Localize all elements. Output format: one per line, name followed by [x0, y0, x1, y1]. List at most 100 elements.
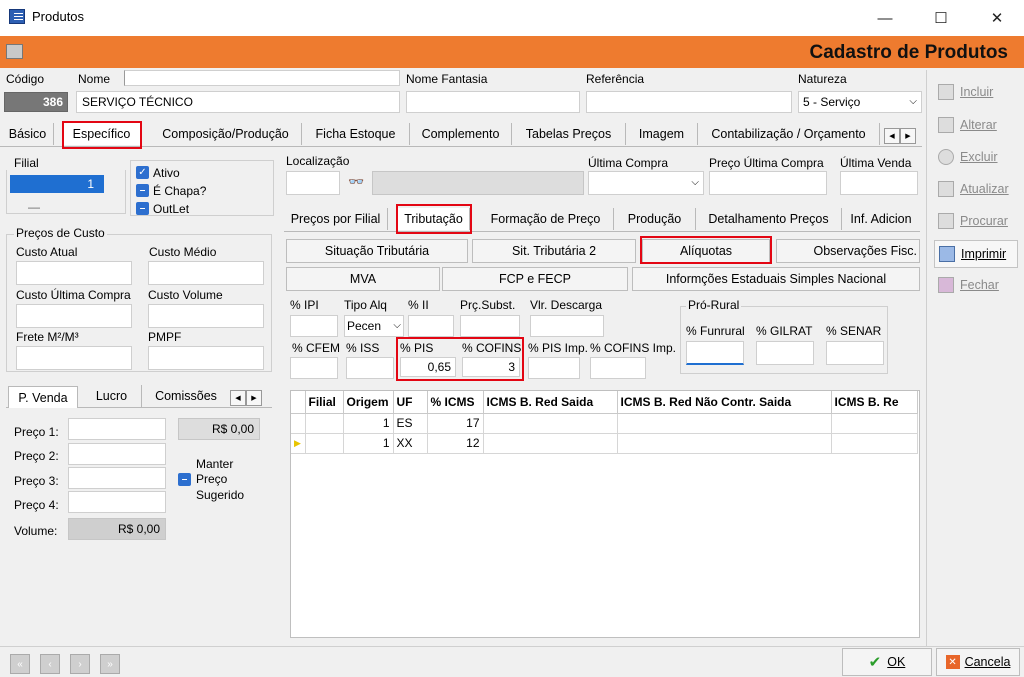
vlr-descarga-field[interactable]: [530, 315, 604, 337]
grid-col-origem[interactable]: Origem: [343, 391, 394, 414]
tab-lucro[interactable]: Lucro: [82, 385, 142, 407]
fcp-fecp-button[interactable]: FCP e FECP: [442, 267, 628, 291]
tab-inf-adicion[interactable]: Inf. Adicion: [842, 208, 920, 230]
manter-checkbox[interactable]: –: [178, 473, 191, 486]
tab-basico[interactable]: Básico: [2, 123, 54, 145]
tab-comissoes[interactable]: Comissões: [146, 385, 226, 407]
cfem-field[interactable]: [290, 357, 338, 379]
cell-red-saida[interactable]: [483, 433, 618, 454]
custo-volume-field[interactable]: [148, 304, 264, 328]
fantasia-field[interactable]: [406, 91, 580, 113]
tipo-alq-select[interactable]: Pecen ⌵: [344, 315, 404, 337]
preco-ultima-field[interactable]: [709, 171, 827, 195]
tab-right-icon[interactable]: ▶: [900, 128, 916, 144]
localizacao-field[interactable]: [286, 171, 340, 195]
grid-col-filial[interactable]: Filial: [305, 391, 344, 414]
gilrat-field[interactable]: [756, 341, 814, 365]
filial-field[interactable]: 1: [10, 175, 104, 193]
prev-record-button[interactable]: ‹: [40, 654, 60, 674]
cell-icms[interactable]: 17: [427, 413, 484, 434]
custo-medio-field[interactable]: [148, 261, 264, 285]
tab-imagem[interactable]: Imagem: [626, 123, 698, 145]
cell-origem[interactable]: 1: [343, 433, 394, 454]
date-chevron-icon[interactable]: ⌵: [691, 177, 699, 188]
tab-ficha-estoque[interactable]: Ficha Estoque: [302, 123, 410, 145]
preco1-field[interactable]: [68, 418, 166, 440]
cell-red-saida[interactable]: [483, 413, 618, 434]
excluir-button[interactable]: Excluir: [934, 143, 1018, 171]
ok-button[interactable]: ✔ OK: [842, 648, 932, 676]
minimize-button[interactable]: —: [862, 0, 908, 36]
tab-detalhamento[interactable]: Detalhamento Preços: [696, 208, 842, 230]
venda-left-icon[interactable]: ◀: [230, 390, 246, 406]
tab-complemento[interactable]: Complemento: [410, 123, 512, 145]
observacoes-fisc-button[interactable]: Observações Fisc.: [776, 239, 920, 263]
maximize-button[interactable]: ☐: [918, 0, 964, 36]
tab-p-venda[interactable]: P. Venda: [8, 386, 78, 408]
sit-tributaria2-button[interactable]: Sit. Tributária 2: [472, 239, 636, 263]
frete-field[interactable]: [16, 346, 132, 370]
tab-contabilizacao[interactable]: Contabilização / Orçamento: [698, 123, 880, 145]
next-record-button[interactable]: ›: [70, 654, 90, 674]
fechar-button[interactable]: Fechar: [934, 271, 1018, 299]
cell-origem[interactable]: 1: [343, 413, 394, 434]
grid-col-red-saida[interactable]: ICMS B. Red Saida: [483, 391, 618, 414]
codigo-field[interactable]: 386: [4, 92, 68, 112]
preco2-field[interactable]: [68, 443, 166, 465]
funrural-field[interactable]: [686, 341, 744, 365]
custo-atual-field[interactable]: [16, 261, 132, 285]
grid-col-icms-b-re[interactable]: ICMS B. Re: [831, 391, 918, 414]
grid-col-red-nao-contr[interactable]: ICMS B. Red Não Contr. Saida: [617, 391, 832, 414]
cell-icms[interactable]: 12: [427, 433, 484, 454]
imprimir-button[interactable]: Imprimir: [934, 240, 1018, 268]
cell-icms-b-re[interactable]: [831, 413, 918, 434]
binoculars-icon[interactable]: 👓: [348, 174, 364, 190]
chapa-checkbox[interactable]: –: [136, 184, 149, 197]
cell-uf[interactable]: XX: [393, 433, 428, 454]
cell-filial[interactable]: [305, 433, 344, 454]
custo-ultima-field[interactable]: [16, 304, 132, 328]
cofins-imp-field[interactable]: [590, 357, 646, 379]
cell-filial[interactable]: [305, 413, 344, 434]
ii-field[interactable]: [408, 315, 454, 337]
nome-field[interactable]: SERVIÇO TÉCNICO: [76, 91, 400, 113]
venda-tab-scroll[interactable]: ◀ ▶: [230, 390, 262, 406]
preco4-field[interactable]: [68, 491, 166, 513]
referencia-field[interactable]: [586, 91, 792, 113]
last-record-button[interactable]: »: [100, 654, 120, 674]
incluir-button[interactable]: Incluir: [934, 78, 1018, 106]
venda-right-icon[interactable]: ▶: [246, 390, 262, 406]
tab-producao[interactable]: Produção: [614, 208, 696, 230]
mva-button[interactable]: MVA: [286, 267, 440, 291]
ativo-checkbox[interactable]: ✓: [136, 166, 149, 179]
table-row[interactable]: 1 ES 17: [291, 413, 918, 434]
atualizar-button[interactable]: Atualizar: [934, 175, 1018, 203]
grid-col-icms[interactable]: % ICMS: [427, 391, 484, 414]
tab-left-icon[interactable]: ◀: [884, 128, 900, 144]
cell-red-nao-contr[interactable]: [617, 433, 832, 454]
informacoes-simples-button[interactable]: Informções Estaduais Simples Nacional: [632, 267, 920, 291]
ipi-field[interactable]: [290, 315, 338, 337]
close-button[interactable]: ✕: [974, 0, 1020, 36]
senar-field[interactable]: [826, 341, 884, 365]
procurar-button[interactable]: Procurar: [934, 207, 1018, 235]
cell-uf[interactable]: ES: [393, 413, 428, 434]
cancel-button[interactable]: ✕ Cancela: [936, 648, 1020, 676]
first-record-button[interactable]: «: [10, 654, 30, 674]
grid-col-uf[interactable]: UF: [393, 391, 428, 414]
ultima-venda-field[interactable]: [840, 171, 918, 195]
ultima-compra-field[interactable]: ⌵: [588, 171, 704, 195]
tab-composicao[interactable]: Composição/Produção: [150, 123, 302, 145]
natureza-select[interactable]: 5 - Serviço ⌵: [798, 91, 922, 113]
iss-field[interactable]: [346, 357, 394, 379]
alterar-button[interactable]: Alterar: [934, 111, 1018, 139]
table-row[interactable]: ▶ 1 XX 12: [291, 433, 918, 454]
tab-tabelas-precos[interactable]: Tabelas Preços: [512, 123, 626, 145]
preco3-field[interactable]: [68, 467, 166, 489]
situacao-tributaria-button[interactable]: Situação Tributária: [286, 239, 468, 263]
prc-subst-field[interactable]: [460, 315, 520, 337]
cell-icms-b-re[interactable]: [831, 433, 918, 454]
main-tab-scroll[interactable]: ◀ ▶: [884, 128, 916, 144]
pmpf-field[interactable]: [148, 346, 264, 370]
icms-grid[interactable]: Filial Origem UF % ICMS ICMS B. Red Said…: [290, 390, 920, 638]
